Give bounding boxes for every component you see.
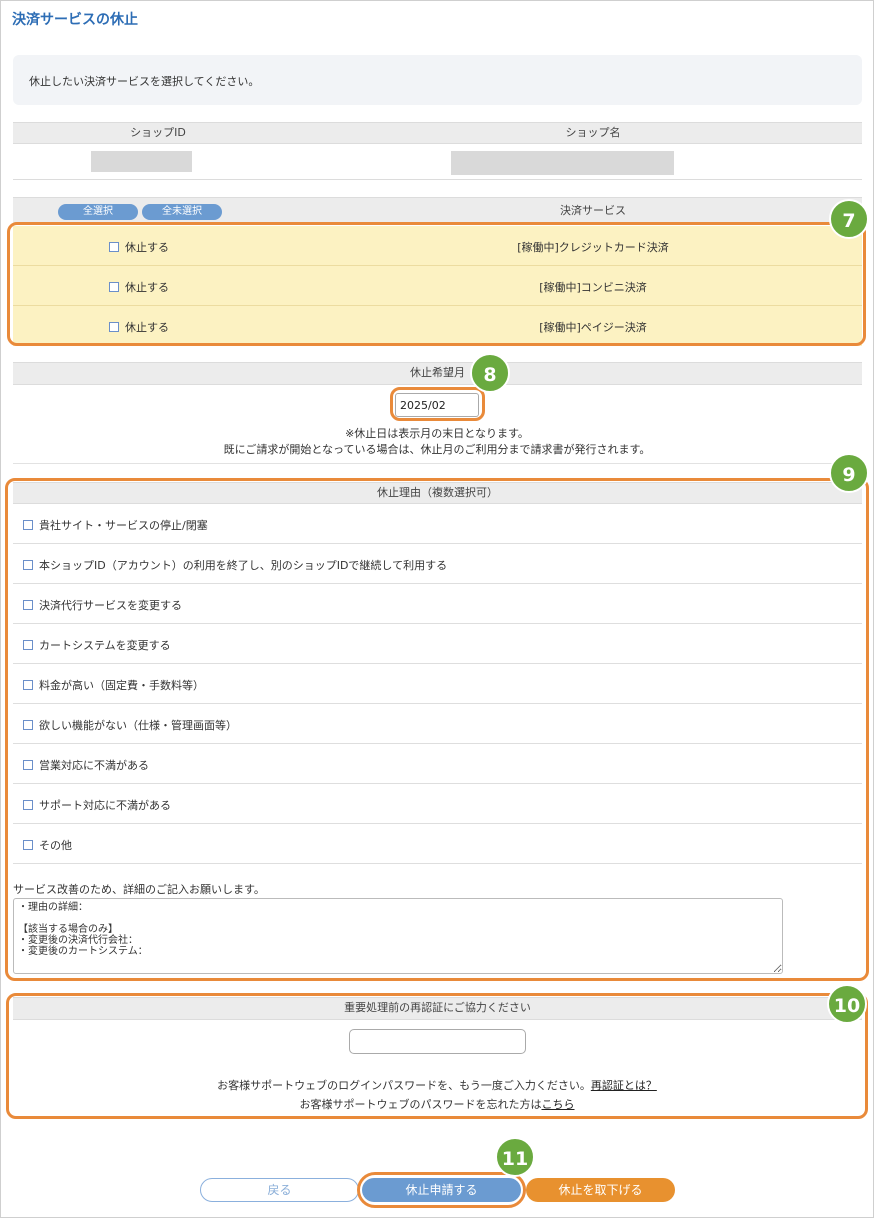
highlight-frame-services xyxy=(7,222,866,346)
shop-name-header: ショップ名 xyxy=(565,126,621,139)
services-header-label: 決済サービス xyxy=(560,204,626,217)
month-header: 休止希望月 xyxy=(13,362,862,385)
withdraw-suspend-button[interactable]: 休止を取下げる xyxy=(526,1178,675,1202)
highlight-frame-reauth xyxy=(6,993,868,1119)
step-badge-11: 11 xyxy=(495,1137,535,1177)
select-all-button[interactable]: 全選択 xyxy=(58,204,138,220)
shop-table-header: ショップID ショップ名 xyxy=(13,122,862,144)
highlight-frame-apply xyxy=(357,1172,526,1208)
divider xyxy=(13,463,862,464)
highlight-frame-month xyxy=(390,387,485,421)
step-badge-9: 9 xyxy=(829,453,869,493)
shop-id-header: ショップID xyxy=(130,126,186,139)
step-badge-8: 8 xyxy=(470,353,510,393)
services-header: 決済サービス xyxy=(13,197,862,225)
divider xyxy=(13,179,862,180)
instruction-text: 休止したい決済サービスを選択してください。 xyxy=(29,75,260,88)
step-badge-7: 7 xyxy=(829,199,869,239)
step-badge-10: 10 xyxy=(827,984,867,1024)
deselect-all-button[interactable]: 全未選択 xyxy=(142,204,222,220)
highlight-frame-reasons xyxy=(5,478,869,981)
month-note-2: 既にご請求が開始となっている場合は、休止月のご利用分まで請求書が発行されます。 xyxy=(223,443,651,456)
month-note-1: ※休止日は表示月の末日となります。 xyxy=(345,427,529,440)
page-title: 決済サービスの休止 xyxy=(12,12,138,28)
shop-id-redacted xyxy=(91,151,192,172)
shop-name-redacted xyxy=(451,151,674,175)
instruction-box: 休止したい決済サービスを選択してください。 xyxy=(13,55,862,105)
back-button[interactable]: 戻る xyxy=(200,1178,359,1202)
